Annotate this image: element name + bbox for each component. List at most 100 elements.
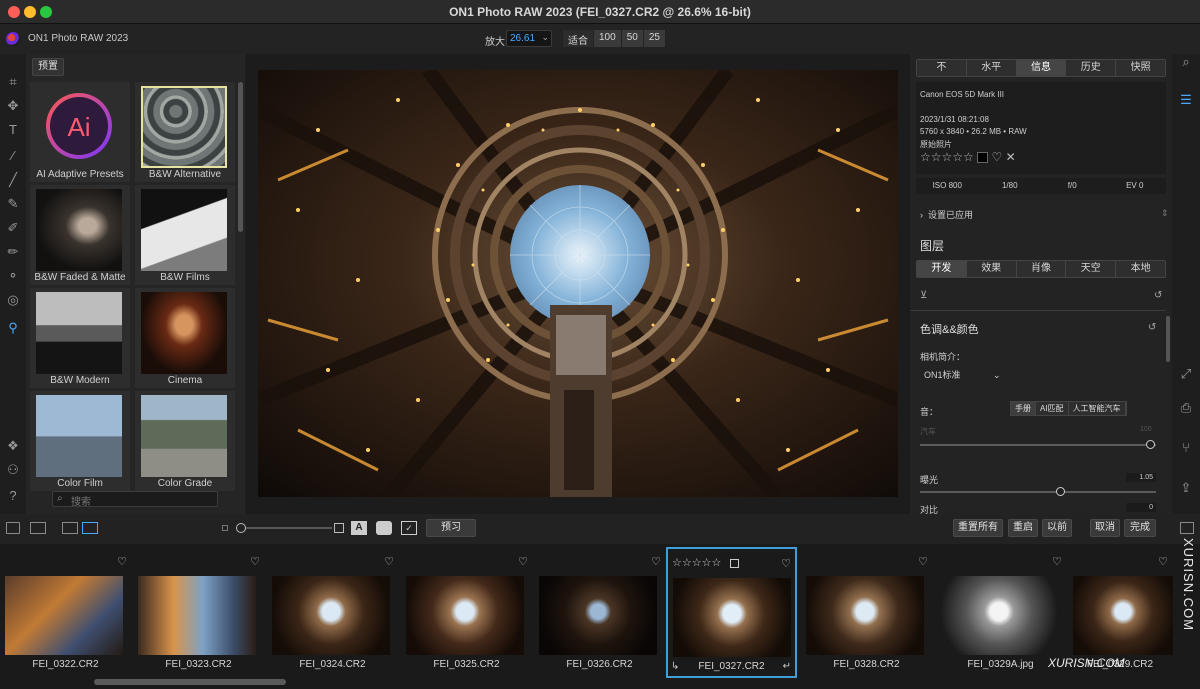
film-item[interactable]: ♡ FEI_0328.CR2 (801, 547, 932, 678)
reset-all-button[interactable]: 重置所有 (953, 519, 1003, 537)
exposure-slider-track[interactable] (920, 491, 1156, 493)
preset-cinema[interactable]: Cinema (135, 288, 235, 388)
zoom-input[interactable]: 26.61 ⌄ (506, 30, 552, 47)
tab-develop[interactable]: 开发 (917, 261, 967, 277)
layers-icon[interactable]: ❖ (5, 438, 21, 454)
tone-ai-match-button[interactable]: AI匹配 (1036, 402, 1069, 415)
reset-icon[interactable]: ↺ (1154, 290, 1162, 301)
tone-manual-button[interactable]: 手册 (1011, 402, 1036, 415)
brush-icon[interactable]: ╱ (5, 172, 21, 188)
reject-icon[interactable]: ✕ (1006, 150, 1016, 164)
film-item[interactable]: ♡ FEI_0326.CR2 (534, 547, 665, 678)
filmstrip-scrollbar[interactable] (94, 679, 286, 685)
main-photo[interactable] (258, 70, 898, 497)
film-item[interactable]: ♡ FEI_0324.CR2 (267, 547, 398, 678)
film-item[interactable]: ♡ FEI_0325.CR2 (401, 547, 532, 678)
cancel-button[interactable]: 取消 (1090, 519, 1120, 537)
color-label-icon[interactable] (977, 152, 989, 164)
previous-button[interactable]: 以前 (1042, 519, 1072, 537)
fit-button[interactable]: 适合 (563, 30, 594, 47)
tab-snapshots[interactable]: 快照 (1116, 60, 1165, 76)
text-icon[interactable]: T (5, 122, 21, 138)
rotate-right-icon[interactable]: ↵ (783, 661, 791, 672)
panel-right-icon[interactable] (1180, 522, 1194, 534)
tab-none[interactable]: 不 (917, 60, 967, 76)
search-input[interactable]: ⌕ 搜索 (52, 491, 218, 508)
heart-icon[interactable]: ♡ (518, 555, 528, 568)
thumb-size-slider[interactable] (236, 527, 332, 529)
tab-effects[interactable]: 效果 (966, 261, 1017, 277)
film-item[interactable]: ♡ FEI_0322.CR2 (0, 547, 131, 678)
preview-button[interactable]: 预习 (426, 519, 476, 537)
presets-button[interactable]: 预置 (32, 58, 64, 76)
camera-profile-select[interactable]: ON1标准 ⌄ (924, 368, 1001, 381)
expand-icon[interactable]: ⇕ (1161, 208, 1169, 219)
tab-sky[interactable]: 天空 (1066, 261, 1117, 277)
reset-button[interactable]: 重启 (1008, 519, 1038, 537)
preset-color-film[interactable]: Color Film (30, 391, 130, 491)
film-item[interactable]: ♡ FEI_0323.CR2 (133, 547, 264, 678)
zoom-50-button[interactable]: 50 (621, 30, 644, 47)
preset-color-grade[interactable]: Color Grade (135, 391, 235, 491)
done-button[interactable]: 完成 (1124, 519, 1156, 537)
rating-stars[interactable]: ☆☆☆☆☆ ♡ ✕ (920, 150, 1016, 164)
heart-icon[interactable]: ♡ (250, 555, 260, 568)
heart-icon[interactable]: ♡ (991, 150, 1002, 164)
paint-brush-icon[interactable]: ✎ (5, 196, 21, 212)
film-item[interactable]: ♡ FEI_0329A.jpg (935, 547, 1066, 678)
heart-icon[interactable]: ♡ (651, 555, 661, 568)
compare-icon[interactable]: ✓ (401, 521, 417, 535)
tab-history[interactable]: 历史 (1066, 60, 1117, 76)
tab-level[interactable]: 水平 (966, 60, 1017, 76)
heart-icon[interactable]: ♡ (918, 555, 928, 568)
tab-portrait[interactable]: 肖像 (1016, 261, 1067, 277)
single-view-icon[interactable] (62, 522, 78, 534)
auto-slider-knob[interactable] (1146, 440, 1155, 449)
exposure-value[interactable]: 1.05 (1126, 473, 1156, 482)
clone-icon[interactable]: ⚬ (5, 268, 21, 284)
fingerprint-icon[interactable]: ◎ (5, 292, 21, 308)
export-icon[interactable]: ⊻ (920, 290, 927, 301)
tab-local[interactable]: 本地 (1116, 261, 1165, 277)
move-icon[interactable]: ✥ (5, 98, 21, 114)
contrast-value[interactable]: 0 (1126, 503, 1156, 512)
zoom-25-button[interactable]: 25 (643, 30, 666, 47)
preset-ai-adaptive[interactable]: Ai AI Adaptive Presets (30, 82, 130, 182)
adjust-sliders-icon[interactable]: ☰ (1178, 92, 1194, 108)
heart-icon[interactable]: ♡ (1052, 555, 1062, 568)
exposure-slider-knob[interactable] (1056, 487, 1065, 496)
preset-bw-faded-matte[interactable]: B&W Faded & Matte (30, 185, 130, 285)
right-panel-scrollbar[interactable] (1166, 316, 1170, 362)
auto-slider-track[interactable] (920, 444, 1156, 446)
mask-icon[interactable] (376, 521, 392, 535)
share-icon[interactable]: ⑂ (1178, 440, 1194, 456)
people-icon[interactable]: ⚇ (5, 462, 21, 478)
resize-icon[interactable]: ⤢ (1178, 366, 1194, 382)
settings-applied-toggle[interactable]: › 设置已应用 (920, 208, 973, 221)
color-label-icon[interactable] (730, 558, 740, 568)
heart-icon[interactable]: ♡ (384, 555, 394, 568)
help-icon[interactable]: ? (5, 488, 21, 504)
image-canvas[interactable] (246, 54, 910, 514)
browse-icon[interactable]: ⌕ (1178, 54, 1194, 70)
preset-bw-films[interactable]: B&W Films (135, 185, 235, 285)
heart-icon[interactable]: ♡ (117, 555, 127, 568)
heart-icon[interactable]: ♡ (1158, 555, 1168, 568)
tab-info[interactable]: 信息 (1016, 60, 1067, 76)
filmstrip-view-icon[interactable] (82, 522, 98, 534)
panel-toggle-icon[interactable] (6, 522, 20, 534)
heart-icon[interactable]: ♡ (781, 557, 791, 570)
export-icon[interactable]: ⇪ (1178, 480, 1194, 496)
text-overlay-icon[interactable]: A (351, 521, 367, 535)
healing-icon[interactable]: ✏ (5, 244, 21, 260)
screen-icon[interactable] (30, 522, 46, 534)
tone-ai-auto-button[interactable]: 人工智能汽车 (1068, 402, 1126, 415)
magic-wand-icon[interactable]: ⁄ (5, 148, 21, 164)
reset-icon[interactable]: ↺ (1148, 322, 1156, 333)
preset-bw-modern[interactable]: B&W Modern (30, 288, 130, 388)
preset-scrollbar[interactable] (238, 82, 243, 232)
film-item-selected[interactable]: ☆☆☆☆☆ ♡ ↳ FEI_0327.CR2 ↵ (666, 547, 797, 678)
chevron-down-icon[interactable]: ⌄ (541, 32, 549, 43)
print-icon[interactable]: ⎙ (1178, 400, 1194, 416)
crop-icon[interactable]: ⌗ (5, 74, 21, 90)
